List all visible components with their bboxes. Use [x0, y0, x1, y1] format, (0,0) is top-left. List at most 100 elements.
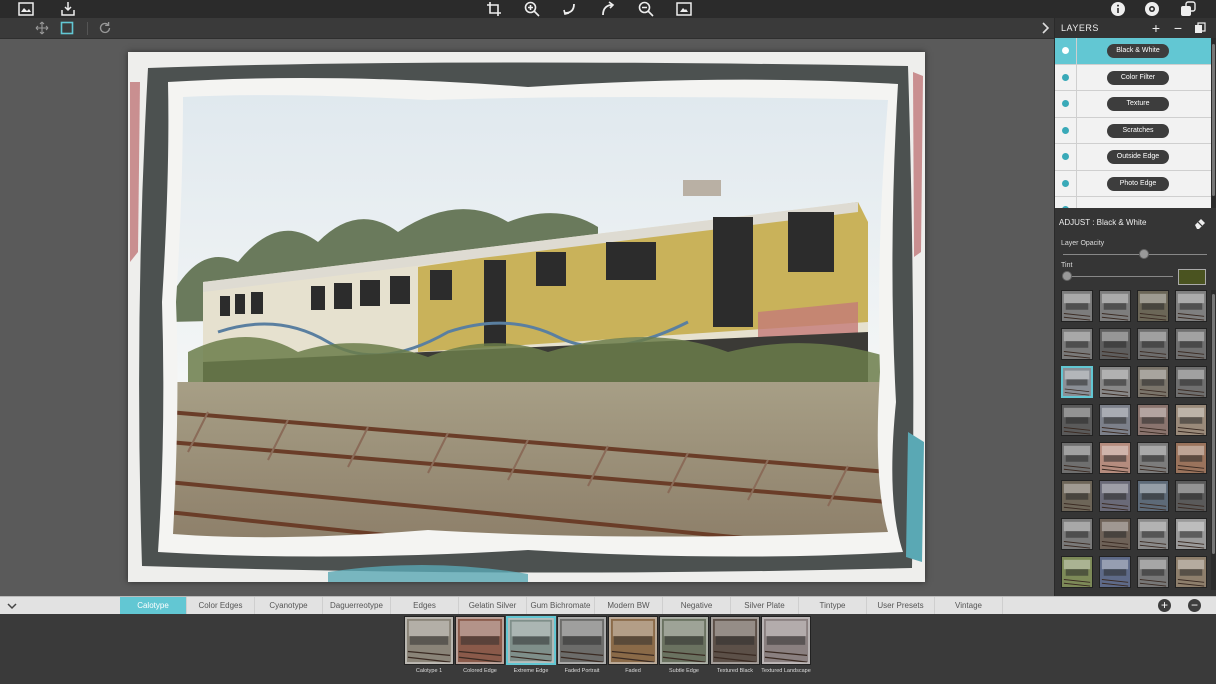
- layer-visibility-dot-icon[interactable]: [1062, 206, 1069, 208]
- bw-preset-thumbnail[interactable]: [1061, 442, 1093, 474]
- bw-preset-thumbnail[interactable]: [1137, 290, 1169, 322]
- layer-visibility-dot-icon[interactable]: [1062, 153, 1069, 160]
- bw-preset-thumbnail[interactable]: [1137, 518, 1169, 550]
- bw-preset-thumbnail[interactable]: [1175, 480, 1207, 512]
- tab-edges[interactable]: Edges: [391, 597, 459, 615]
- selection-icon[interactable]: [60, 21, 74, 35]
- preset-grid-scrollbar[interactable]: [1211, 290, 1216, 590]
- bw-preset-thumbnail[interactable]: [1175, 328, 1207, 360]
- layer-row[interactable]: Texture: [1055, 91, 1211, 118]
- bw-preset-thumbnail[interactable]: [1061, 480, 1093, 512]
- crop-icon[interactable]: [486, 1, 502, 17]
- bw-preset-thumbnail[interactable]: [1061, 366, 1093, 398]
- bw-preset-thumbnail[interactable]: [1061, 556, 1093, 588]
- tint-slider-track[interactable]: [1063, 276, 1173, 277]
- tab-daguerreotype[interactable]: Daguerreotype: [323, 597, 391, 615]
- rotate-icon[interactable]: [98, 21, 112, 35]
- remove-preset-button[interactable]: −: [1188, 599, 1201, 612]
- bw-preset-thumbnail[interactable]: [1061, 518, 1093, 550]
- preset-item[interactable]: Faded: [608, 616, 658, 675]
- bw-preset-thumbnail[interactable]: [1175, 404, 1207, 436]
- bw-preset-thumbnail[interactable]: [1175, 556, 1207, 588]
- share-icon[interactable]: [1180, 1, 1196, 17]
- layers-scrollbar-thumb[interactable]: [1212, 44, 1215, 196]
- preset-thumbnail[interactable]: [659, 616, 709, 665]
- layer-visibility-dot-icon[interactable]: [1062, 47, 1069, 54]
- bw-preset-thumbnail[interactable]: [1061, 404, 1093, 436]
- tint-color-swatch[interactable]: [1178, 269, 1206, 285]
- layer-row[interactable]: Color Filter: [1055, 64, 1211, 91]
- bw-preset-thumbnail[interactable]: [1137, 556, 1169, 588]
- info-icon[interactable]: [1110, 1, 1126, 17]
- tab-gum-bichromate[interactable]: Gum Bichromate: [527, 597, 595, 615]
- edited-photo[interactable]: [128, 52, 925, 582]
- preset-item[interactable]: Faded Portrait: [557, 616, 607, 675]
- eraser-icon[interactable]: [1193, 216, 1207, 230]
- layer-visibility-dot-icon[interactable]: [1062, 73, 1069, 81]
- tab-calotype[interactable]: Calotype: [120, 597, 187, 615]
- preset-thumbnail[interactable]: [404, 616, 454, 665]
- preset-item[interactable]: Textured Landscape: [761, 616, 811, 675]
- zoom-out-icon[interactable]: [638, 1, 654, 17]
- tab-cyanotype[interactable]: Cyanotype: [255, 597, 323, 615]
- preset-thumbnail[interactable]: [557, 616, 607, 665]
- tint-slider-knob[interactable]: [1062, 271, 1072, 281]
- layer-visibility-dot-icon[interactable]: [1062, 100, 1069, 107]
- preset-item[interactable]: Extreme Edge: [506, 616, 556, 675]
- bw-preset-thumbnail[interactable]: [1099, 328, 1131, 360]
- redo-icon[interactable]: [600, 1, 616, 17]
- layer-visibility-dot-icon[interactable]: [1062, 179, 1069, 187]
- zoom-in-icon[interactable]: [524, 1, 540, 17]
- bw-preset-thumbnail[interactable]: [1137, 404, 1169, 436]
- panel-toggle-chevron-icon[interactable]: [1040, 21, 1052, 35]
- preset-grid-scrollbar-thumb[interactable]: [1212, 294, 1215, 554]
- tab-silver-plate[interactable]: Silver Plate: [731, 597, 799, 615]
- layer-row[interactable]: Scratches: [1055, 117, 1211, 144]
- chevron-down-icon[interactable]: [7, 601, 17, 611]
- bw-preset-thumbnail[interactable]: [1061, 290, 1093, 322]
- bw-preset-thumbnail[interactable]: [1099, 518, 1131, 550]
- preset-thumbnail[interactable]: [761, 616, 811, 665]
- bw-preset-thumbnail[interactable]: [1175, 366, 1207, 398]
- bw-preset-thumbnail[interactable]: [1137, 328, 1169, 360]
- bw-preset-thumbnail[interactable]: [1099, 442, 1131, 474]
- image-browser-icon[interactable]: [18, 1, 34, 17]
- bw-preset-thumbnail[interactable]: [1099, 366, 1131, 398]
- import-icon[interactable]: [60, 1, 76, 17]
- bw-preset-thumbnail[interactable]: [1099, 404, 1131, 436]
- preset-item[interactable]: Subtle Edge: [659, 616, 709, 675]
- layer-row[interactable]: [1055, 197, 1211, 208]
- bw-preset-thumbnail[interactable]: [1137, 442, 1169, 474]
- move-icon[interactable]: [35, 21, 49, 35]
- undo-icon[interactable]: [562, 1, 578, 17]
- preset-thumbnail[interactable]: [506, 616, 556, 665]
- layers-scrollbar[interactable]: [1211, 38, 1216, 208]
- preset-item[interactable]: Calotype 1: [404, 616, 454, 675]
- layer-opacity-slider-track[interactable]: [1063, 254, 1207, 255]
- layer-opacity-slider-knob[interactable]: [1138, 249, 1149, 259]
- layer-row[interactable]: Photo Edge: [1055, 170, 1211, 197]
- tab-gelatin-silver[interactable]: Gelatin Silver: [459, 597, 527, 615]
- bw-preset-thumbnail[interactable]: [1061, 328, 1093, 360]
- preset-thumbnail[interactable]: [455, 616, 505, 665]
- tab-user-presets[interactable]: User Presets: [867, 597, 935, 615]
- add-preset-button[interactable]: +: [1158, 599, 1171, 612]
- duplicate-layer-button[interactable]: [1193, 21, 1207, 35]
- bw-preset-thumbnail[interactable]: [1137, 366, 1169, 398]
- preset-thumbnail[interactable]: [608, 616, 658, 665]
- fit-screen-icon[interactable]: [676, 1, 692, 17]
- bw-preset-thumbnail[interactable]: [1099, 290, 1131, 322]
- preset-item[interactable]: Textured Black: [710, 616, 760, 675]
- tab-negative[interactable]: Negative: [663, 597, 731, 615]
- preset-item[interactable]: Colored Edge: [455, 616, 505, 675]
- layer-visibility-dot-icon[interactable]: [1062, 126, 1069, 134]
- tab-color-edges[interactable]: Color Edges: [187, 597, 255, 615]
- image-canvas[interactable]: [0, 39, 1054, 596]
- preset-thumbnail[interactable]: [710, 616, 760, 665]
- tab-vintage[interactable]: Vintage: [935, 597, 1003, 615]
- layer-row[interactable]: Black & White: [1055, 38, 1211, 65]
- bw-preset-thumbnail[interactable]: [1099, 556, 1131, 588]
- bw-preset-thumbnail[interactable]: [1175, 290, 1207, 322]
- settings-icon[interactable]: [1144, 1, 1160, 17]
- layer-row[interactable]: Outside Edge: [1055, 144, 1211, 171]
